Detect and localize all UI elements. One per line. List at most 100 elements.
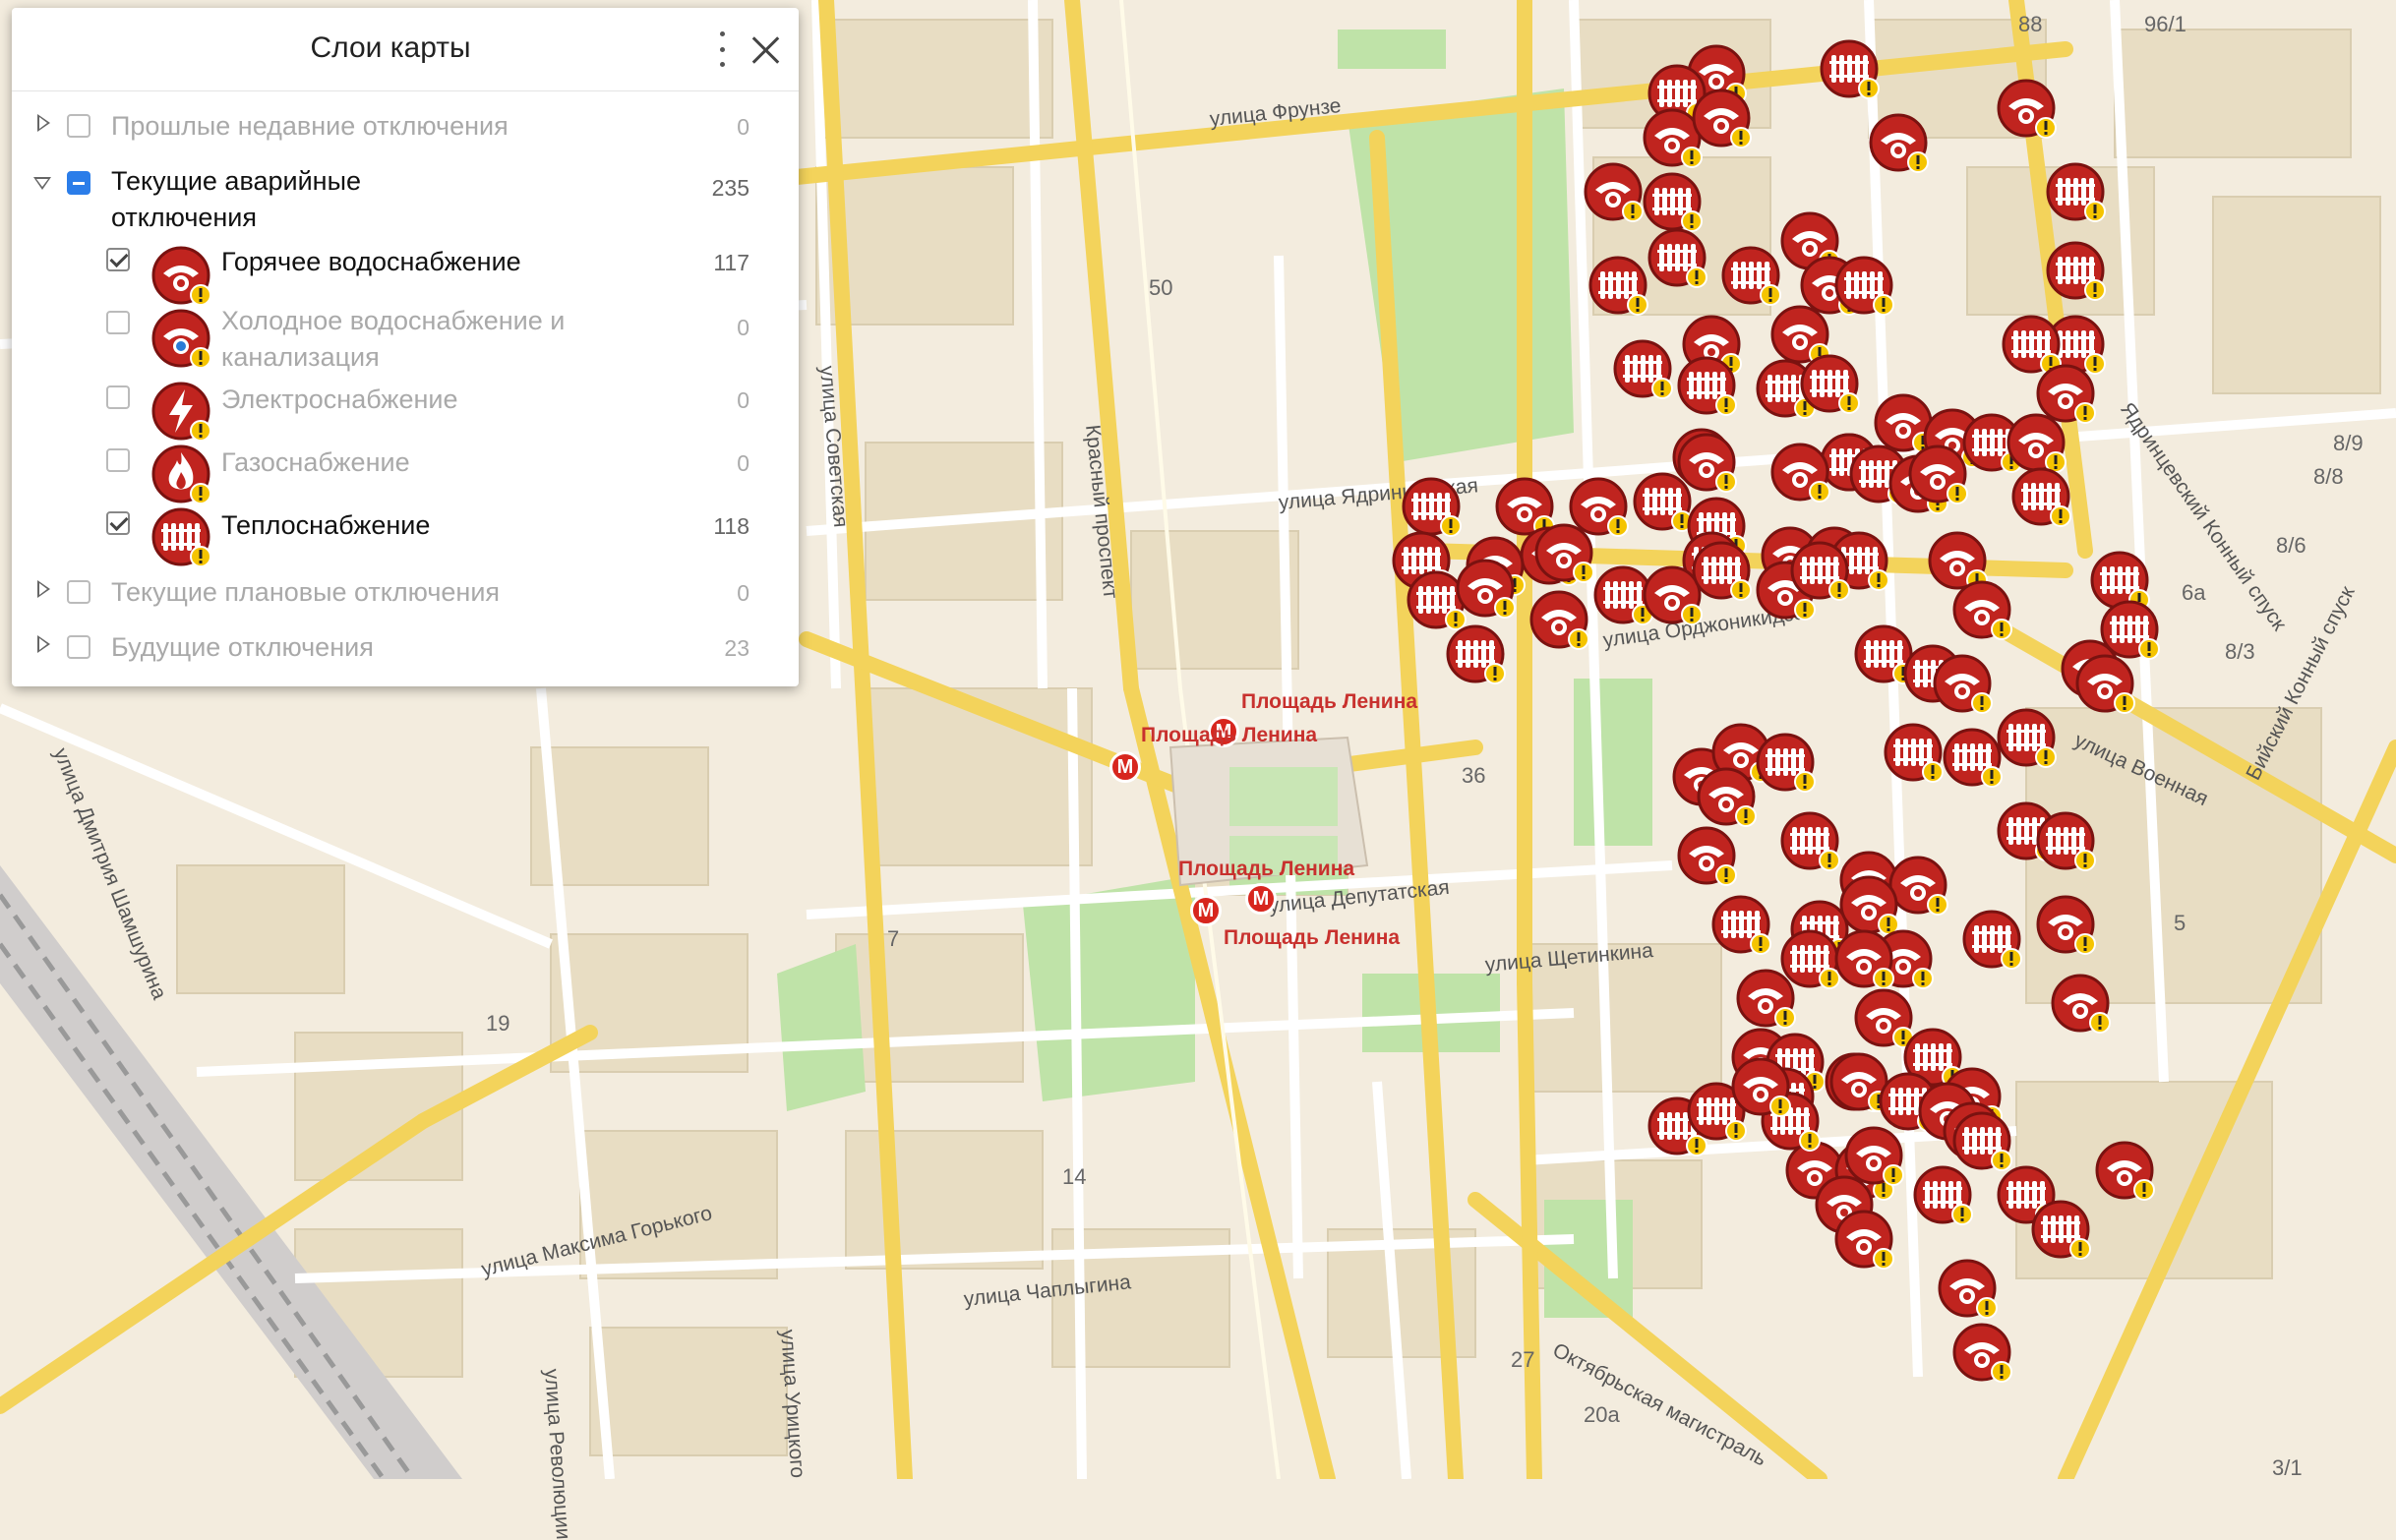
hot-water-outage-marker-icon[interactable]	[1690, 87, 1753, 149]
metro-icon[interactable]: М	[1109, 751, 1141, 783]
layer-count: 0	[737, 315, 749, 340]
expand-icon[interactable]	[37, 635, 50, 653]
hot-water-outage-marker-icon[interactable]	[1454, 557, 1517, 620]
heating-outage-marker-icon[interactable]	[2034, 809, 2097, 872]
layer-count: 235	[711, 175, 749, 201]
close-icon[interactable]	[751, 35, 781, 65]
hot-water-outage-marker-icon[interactable]	[1832, 927, 1895, 990]
hot-water-outage-marker-icon[interactable]	[2073, 652, 2136, 715]
layer-row-future: Будущие отключения 23	[12, 627, 799, 667]
house-number: 8/3	[2225, 639, 2255, 664]
metro-label: Площадь Ленина	[1141, 724, 1318, 746]
heating-outage-marker-icon[interactable]	[2029, 1198, 2092, 1261]
hot-water-outage-marker-icon[interactable]	[2093, 1139, 2156, 1202]
hot-water-outage-marker-icon[interactable]	[1950, 578, 2013, 641]
hot-water-outage-marker-icon[interactable]	[1532, 521, 1595, 584]
hot-water-outage-marker-icon[interactable]	[1675, 431, 1738, 494]
heating-outage-marker-icon[interactable]	[1995, 706, 2058, 769]
layer-label: Холодное водоснабжение и канализация	[221, 306, 566, 372]
heating-outage-marker-icon[interactable]	[2044, 160, 2107, 223]
layer-label: Будущие отключения	[111, 632, 374, 662]
house-number: 3/1	[2272, 1455, 2303, 1480]
layer-count: 0	[737, 114, 749, 140]
heating-outage-marker-icon[interactable]	[1818, 37, 1881, 100]
house-number: 7	[887, 926, 900, 951]
layer-checkbox[interactable]	[106, 448, 130, 472]
heating-icon	[151, 507, 211, 567]
layer-row-gas: Газоснабжение 0	[12, 439, 799, 504]
layer-checkbox[interactable]	[106, 511, 130, 535]
layer-checkbox[interactable]	[67, 114, 90, 138]
layer-checkbox[interactable]	[106, 385, 130, 409]
heating-outage-marker-icon[interactable]	[1709, 893, 1772, 956]
layer-checkbox[interactable]	[106, 248, 130, 271]
heating-outage-marker-icon[interactable]	[2009, 465, 2072, 528]
heating-outage-marker-icon[interactable]	[1690, 539, 1753, 602]
expand-icon[interactable]	[37, 580, 50, 598]
expand-icon[interactable]	[37, 114, 50, 132]
heating-outage-marker-icon[interactable]	[1646, 226, 1708, 289]
layer-checkbox[interactable]	[106, 311, 130, 334]
layer-row-heating: Теплоснабжение 118	[12, 502, 799, 567]
hot-water-outage-marker-icon[interactable]	[1729, 1055, 1792, 1118]
heating-outage-marker-icon[interactable]	[1798, 352, 1861, 415]
layer-label: Газоснабжение	[221, 447, 410, 477]
hot-water-outage-marker-icon[interactable]	[1867, 111, 1930, 174]
heating-outage-marker-icon[interactable]	[1444, 622, 1507, 685]
hot-water-outage-marker-icon[interactable]	[1931, 652, 1994, 715]
hot-water-outage-marker-icon[interactable]	[1832, 1208, 1895, 1271]
heating-outage-marker-icon[interactable]	[1960, 908, 2023, 971]
layer-row-hot-water: Горячее водоснабжение 117	[12, 238, 799, 306]
heating-outage-marker-icon[interactable]	[1882, 721, 1945, 784]
hot-water-outage-marker-icon[interactable]	[1995, 77, 2058, 140]
house-number: 14	[1062, 1164, 1087, 1189]
layer-count: 118	[713, 513, 749, 539]
layer-count: 0	[737, 387, 749, 413]
layer-row-current-emergency: Текущие аварийные отключения 235	[12, 157, 799, 236]
hot-water-outage-marker-icon[interactable]	[2034, 893, 2097, 956]
layer-row-past: Прошлые недавние отключения 0	[12, 106, 799, 146]
panel-header: Слои карты	[12, 8, 799, 91]
layer-checkbox[interactable]	[67, 635, 90, 659]
hot-water-outage-marker-icon[interactable]	[1842, 1124, 1905, 1187]
heating-outage-marker-icon[interactable]	[1778, 809, 1841, 872]
hot-water-outage-marker-icon[interactable]	[1950, 1321, 2013, 1384]
heating-outage-marker-icon[interactable]	[1719, 244, 1782, 307]
collapse-icon[interactable]	[33, 177, 51, 190]
electricity-icon	[151, 382, 211, 442]
hot-water-outage-marker-icon[interactable]	[1675, 824, 1738, 887]
layer-label: Электроснабжение	[221, 385, 458, 414]
heating-outage-marker-icon[interactable]	[1754, 731, 1817, 794]
metro-icon[interactable]: М	[1245, 883, 1277, 915]
metro-label: Площадь Ленина	[1224, 926, 1401, 949]
heating-outage-marker-icon[interactable]	[1587, 254, 1649, 317]
house-number: 6а	[2182, 580, 2206, 605]
more-menu-icon[interactable]	[716, 31, 728, 67]
metro-icon[interactable]: М	[1190, 895, 1222, 926]
gas-icon	[151, 444, 211, 504]
hot-water-outage-marker-icon[interactable]	[1768, 441, 1831, 503]
hot-water-outage-marker-icon[interactable]	[2049, 972, 2112, 1035]
hot-water-outage-marker-icon[interactable]	[1906, 443, 1969, 505]
house-number: 96/1	[2144, 12, 2186, 36]
hot-water-outage-marker-icon[interactable]	[1936, 1257, 1999, 1320]
hot-water-outage-marker-icon[interactable]	[1582, 160, 1645, 223]
layer-row-electricity: Электроснабжение 0	[12, 376, 799, 442]
hot-water-outage-marker-icon[interactable]	[1527, 588, 1590, 651]
heating-outage-marker-icon[interactable]	[1832, 254, 1895, 317]
heating-outage-marker-icon[interactable]	[1788, 539, 1851, 602]
heating-outage-marker-icon[interactable]	[2044, 239, 2107, 302]
layer-checkbox[interactable]	[67, 171, 90, 195]
layer-label: Прошлые недавние отключения	[111, 111, 509, 141]
layer-label: Текущие плановые отключения	[111, 577, 501, 607]
layer-checkbox[interactable]	[67, 580, 90, 604]
heating-outage-marker-icon[interactable]	[1641, 170, 1704, 233]
heating-outage-marker-icon[interactable]	[1675, 354, 1738, 417]
heating-outage-marker-icon[interactable]	[1611, 337, 1674, 400]
house-number: 36	[1462, 763, 1486, 788]
layer-label: Горячее водоснабжение	[221, 247, 521, 276]
heating-outage-marker-icon[interactable]	[1911, 1163, 1974, 1226]
hot-water-outage-marker-icon[interactable]	[1695, 765, 1758, 828]
hot-water-outage-marker-icon[interactable]	[1734, 967, 1797, 1030]
map-layers-panel: Слои карты Прошлые недавние отключения 0…	[12, 8, 799, 686]
